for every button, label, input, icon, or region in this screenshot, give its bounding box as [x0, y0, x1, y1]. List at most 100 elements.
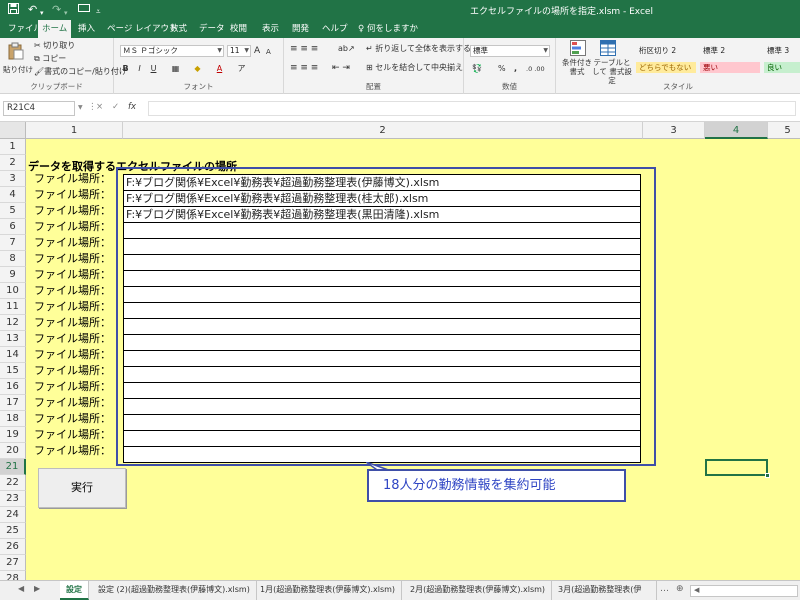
table-format-icon[interactable]	[600, 40, 616, 56]
row-header[interactable]: 2	[0, 155, 26, 171]
row-header[interactable]: 23	[0, 491, 26, 507]
conditional-format-button[interactable]: 条件付き 書式	[562, 58, 592, 76]
underline-button[interactable]: U	[148, 63, 159, 75]
row-header[interactable]: 13	[0, 331, 26, 347]
font-size-combo[interactable]: 11 ▼	[227, 45, 251, 57]
insert-function-icon[interactable]: fx	[128, 102, 136, 112]
tab-formulas[interactable]: 数式	[166, 20, 191, 38]
row-header[interactable]: 3	[0, 171, 26, 187]
paste-button[interactable]: 貼り付け	[3, 64, 33, 75]
comma-button[interactable]: ,	[514, 63, 517, 75]
row-header[interactable]: 6	[0, 219, 26, 235]
tab-home[interactable]: ホーム	[38, 20, 72, 38]
row-header[interactable]: 19	[0, 427, 26, 443]
row-header[interactable]: 15	[0, 363, 26, 379]
horizontal-scrollbar[interactable]: ◀	[690, 585, 798, 597]
font-name-combo[interactable]: ＭＳ Ｐゴシック ▼	[120, 45, 224, 57]
scroll-left-icon[interactable]: ◀	[694, 586, 699, 594]
fill-handle[interactable]	[765, 473, 770, 478]
row-header[interactable]: 8	[0, 251, 26, 267]
customize-quick-access-icon[interactable]: ⩡	[96, 5, 101, 19]
indent-icon[interactable]: ⇤ ⇥	[332, 62, 350, 74]
row-header[interactable]: 4	[0, 187, 26, 203]
copy-button[interactable]: ⧉ コピー	[34, 53, 66, 65]
file-path-cell[interactable]	[123, 382, 641, 399]
row-header-selected[interactable]: 21	[0, 459, 26, 475]
style-good[interactable]: 良い	[764, 62, 800, 73]
bold-button[interactable]: B	[120, 63, 131, 75]
row-header[interactable]: 28	[0, 571, 26, 580]
name-box[interactable]: R21C4	[3, 101, 75, 116]
sheet-tab[interactable]: 3月(超過勤務整理表(伊	[552, 581, 657, 600]
select-all-corner[interactable]	[0, 122, 26, 139]
tab-data[interactable]: データ	[195, 20, 229, 38]
decimal-icon[interactable]: .0 .00	[526, 63, 545, 75]
style-comma2[interactable]: 桁区切り 2	[636, 45, 692, 56]
borders-icon[interactable]: ▦	[170, 63, 181, 75]
percent-button[interactable]: %	[498, 63, 506, 75]
save-icon[interactable]	[8, 3, 19, 18]
file-path-cell[interactable]	[123, 238, 641, 255]
row-header[interactable]: 22	[0, 475, 26, 491]
orientation-icon[interactable]: ab↗	[338, 43, 355, 55]
row-header[interactable]: 18	[0, 411, 26, 427]
conditional-format-icon[interactable]	[570, 40, 586, 56]
touch-mode-icon[interactable]	[78, 3, 90, 17]
merge-center-button[interactable]: ⊞ セルを結合して中央揃え	[366, 62, 463, 74]
file-path-cell[interactable]	[123, 270, 641, 287]
add-sheet-icon[interactable]: ⊕	[676, 584, 684, 594]
row-header[interactable]: 11	[0, 299, 26, 315]
shrink-font-button[interactable]: A	[266, 46, 271, 58]
row-header[interactable]: 27	[0, 555, 26, 571]
column-header[interactable]: 2	[123, 122, 643, 139]
tab-insert[interactable]: 挿入	[74, 20, 99, 38]
file-path-cell[interactable]	[123, 318, 641, 335]
font-color-button[interactable]: A	[214, 63, 225, 75]
file-path-cell[interactable]	[123, 446, 641, 463]
sheet-area[interactable]: データを取得するエクセルファイルの場所 ファイル場所： ファイル場所： ファイル場所…	[26, 139, 800, 580]
undo-icon[interactable]: ↶	[28, 3, 37, 17]
file-path-cell[interactable]	[123, 222, 641, 239]
redo-dropdown-icon[interactable]: ▾	[64, 6, 68, 20]
row-header[interactable]: 7	[0, 235, 26, 251]
cut-button[interactable]: ✂ 切り取り	[34, 40, 75, 52]
phonetic-button[interactable]: ア	[236, 63, 247, 75]
row-header[interactable]: 1	[0, 139, 26, 155]
run-button[interactable]: 実行	[38, 468, 126, 508]
column-header[interactable]: 3	[643, 122, 705, 139]
row-header[interactable]: 14	[0, 347, 26, 363]
formula-input[interactable]	[148, 101, 796, 116]
file-path-cell[interactable]: F:¥ブログ関係¥Excel¥勤務表¥超過勤務整理表(桂太郎).xlsm	[123, 190, 641, 207]
column-header-selected[interactable]: 4	[705, 122, 768, 139]
file-path-cell[interactable]	[123, 366, 641, 383]
more-sheets-icon[interactable]: …	[660, 584, 669, 594]
file-path-cell[interactable]	[123, 430, 641, 447]
fill-color-icon[interactable]: ◆	[192, 63, 203, 75]
file-path-cell[interactable]	[123, 398, 641, 415]
next-sheet-icon[interactable]: ▶	[34, 584, 40, 593]
redo-icon[interactable]: ↷	[52, 3, 61, 17]
row-header[interactable]: 25	[0, 523, 26, 539]
grow-font-button[interactable]: A	[254, 45, 260, 57]
style-normal3[interactable]: 標準 3	[764, 45, 800, 56]
name-box-dropdown-icon[interactable]: ▼	[78, 104, 83, 111]
row-header[interactable]: 24	[0, 507, 26, 523]
italic-button[interactable]: I	[134, 63, 145, 75]
sheet-tab[interactable]: 1月(超過勤務整理表(伊藤博文).xlsm)	[254, 581, 403, 600]
number-format-combo[interactable]: 標準 ▼	[470, 45, 550, 57]
align-top-icon[interactable]: ≡ ≡ ≡	[290, 43, 318, 55]
sheet-tab[interactable]: 2月(超過勤務整理表(伊藤博文).xlsm)	[404, 581, 553, 600]
file-path-cell[interactable]: F:¥ブログ関係¥Excel¥勤務表¥超過勤務整理表(伊藤博文).xlsm	[123, 174, 641, 191]
tab-review[interactable]: 校閲	[226, 20, 251, 38]
file-path-cell[interactable]	[123, 302, 641, 319]
prev-sheet-icon[interactable]: ◀	[18, 584, 24, 593]
file-path-cell[interactable]	[123, 334, 641, 351]
tell-me-box[interactable]: ♀ 何をしますか	[358, 20, 418, 38]
sheet-tab[interactable]: 設定 (2)(超過勤務整理表(伊藤博文).xlsm)	[92, 581, 257, 600]
file-path-cell[interactable]	[123, 254, 641, 271]
row-header[interactable]: 17	[0, 395, 26, 411]
format-painter-button[interactable]: 🖌書式のコピー/貼り付け	[34, 66, 127, 78]
row-header[interactable]: 20	[0, 443, 26, 459]
paste-icon[interactable]	[8, 42, 24, 60]
sheet-tab-active[interactable]: 設定	[60, 581, 89, 600]
